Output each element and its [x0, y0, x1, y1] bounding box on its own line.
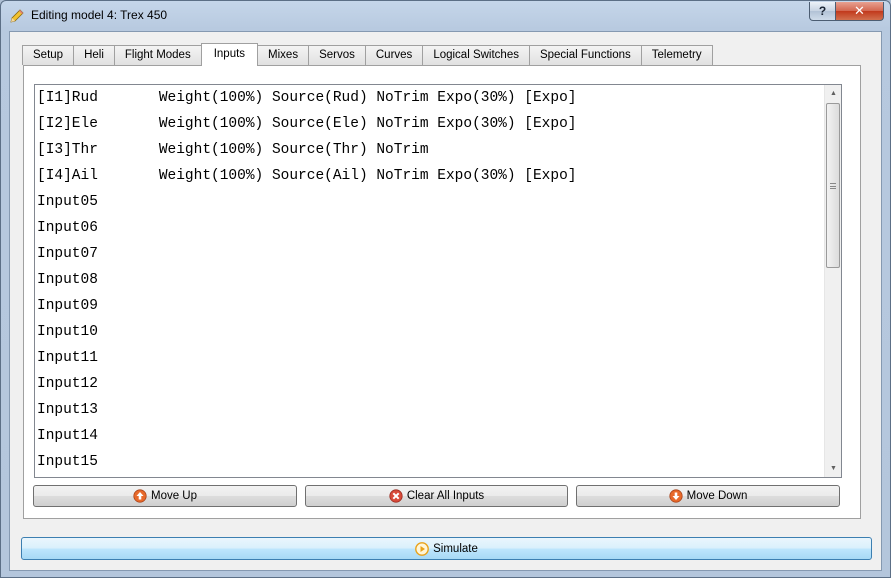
list-item[interactable]: [I3]Thr Weight(100%) Source(Thr) NoTrim: [35, 137, 825, 163]
clear-all-inputs-label: Clear All Inputs: [406, 490, 485, 502]
title-bar[interactable]: Editing model 4: Trex 450 ? ✕: [1, 1, 890, 31]
tab-telemetry[interactable]: Telemetry: [640, 45, 713, 65]
move-up-label: Move Up: [150, 490, 198, 502]
tab-logical-switches[interactable]: Logical Switches: [422, 45, 530, 65]
list-item[interactable]: Input09: [35, 293, 825, 319]
list-item[interactable]: Input06: [35, 215, 825, 241]
clear-x-circle-icon: [389, 489, 403, 503]
tab-inputs[interactable]: Inputs: [200, 43, 259, 66]
tab-flight-modes[interactable]: Flight Modes: [113, 45, 202, 65]
move-down-button[interactable]: Move Down: [576, 485, 840, 507]
move-down-label: Move Down: [686, 490, 748, 502]
tab-mixes[interactable]: Mixes: [257, 45, 310, 65]
close-button[interactable]: ✕: [835, 2, 884, 21]
list-item[interactable]: Input11: [35, 345, 825, 371]
scroll-up-arrow-icon[interactable]: ▲: [825, 85, 841, 102]
list-item[interactable]: [I4]Ail Weight(100%) Source(Ail) NoTrim …: [35, 163, 825, 189]
tab-bar: Setup Heli Flight Modes Inputs Mixes Ser…: [22, 43, 713, 66]
tab-curves[interactable]: Curves: [364, 45, 424, 65]
arrow-down-circle-icon: [669, 489, 683, 503]
list-item[interactable]: Input10: [35, 319, 825, 345]
scrollbar-thumb[interactable]: [826, 103, 840, 268]
tab-setup[interactable]: Setup: [22, 45, 75, 65]
tab-servos[interactable]: Servos: [308, 45, 366, 65]
list-item[interactable]: Input14: [35, 423, 825, 449]
inputs-list-box: [I1]Rud Weight(100%) Source(Rud) NoTrim …: [34, 84, 842, 478]
list-item[interactable]: Input08: [35, 267, 825, 293]
arrow-up-circle-icon: [133, 489, 147, 503]
vertical-scrollbar[interactable]: ▲ ▼: [824, 85, 841, 477]
simulate-label: Simulate: [433, 542, 478, 555]
list-item[interactable]: Input05: [35, 189, 825, 215]
clear-all-inputs-button[interactable]: Clear All Inputs: [305, 485, 568, 507]
list-item[interactable]: Input15: [35, 449, 825, 475]
tab-special-functions[interactable]: Special Functions: [528, 45, 642, 65]
inputs-tab-panel: [I1]Rud Weight(100%) Source(Rud) NoTrim …: [23, 65, 861, 519]
pencil-icon: [9, 8, 25, 24]
list-item[interactable]: Input13: [35, 397, 825, 423]
list-item[interactable]: Input07: [35, 241, 825, 267]
client-area: Setup Heli Flight Modes Inputs Mixes Ser…: [9, 31, 882, 571]
move-up-button[interactable]: Move Up: [33, 485, 297, 507]
scroll-down-arrow-icon[interactable]: ▼: [825, 460, 841, 477]
list-item[interactable]: [I1]Rud Weight(100%) Source(Rud) NoTrim …: [35, 85, 825, 111]
play-circle-icon: [415, 541, 430, 556]
list-item[interactable]: Input12: [35, 371, 825, 397]
simulate-button[interactable]: Simulate: [21, 537, 872, 560]
help-button[interactable]: ?: [809, 2, 836, 21]
inputs-list[interactable]: [I1]Rud Weight(100%) Source(Rud) NoTrim …: [35, 85, 825, 477]
editor-window: Editing model 4: Trex 450 ? ✕ Setup Heli…: [0, 0, 891, 578]
grip-icon: [830, 182, 836, 189]
window-title: Editing model 4: Trex 450: [31, 8, 168, 22]
list-item[interactable]: [I2]Ele Weight(100%) Source(Ele) NoTrim …: [35, 111, 825, 137]
tab-heli[interactable]: Heli: [73, 45, 115, 65]
